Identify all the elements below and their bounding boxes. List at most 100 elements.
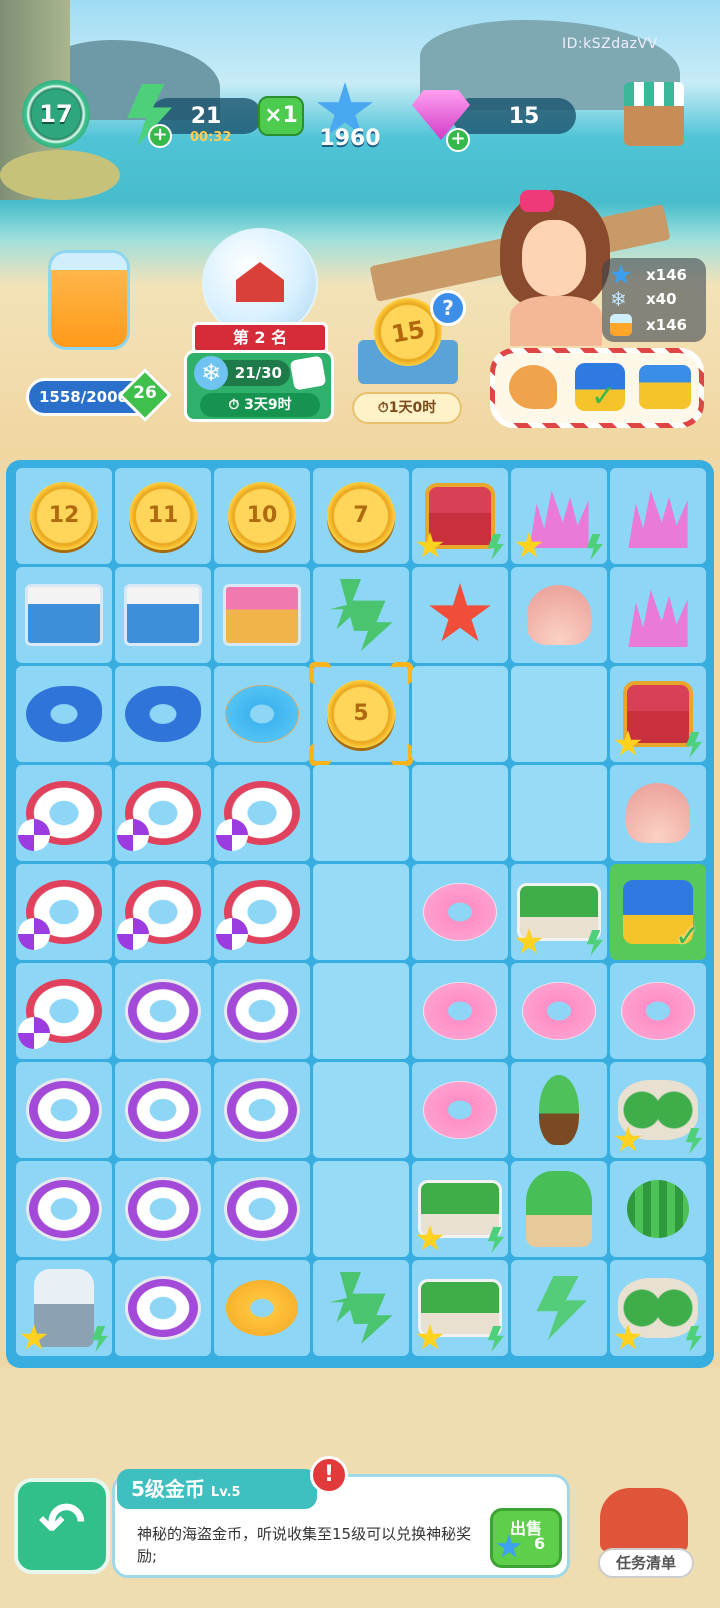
player-level-badge[interactable]: 17 [22, 80, 90, 148]
back-arrow-icon: ↶ [38, 1491, 86, 1556]
board-cell[interactable] [313, 567, 409, 663]
board-cell[interactable] [511, 1161, 607, 1257]
float-cart-item [223, 584, 301, 646]
board-cell-empty[interactable] [313, 864, 409, 960]
board-cell[interactable] [610, 468, 706, 564]
board-cell-empty[interactable] [313, 963, 409, 1059]
order-panel[interactable]: ✓ [490, 348, 704, 428]
board-cell[interactable] [610, 1161, 706, 1257]
add-energy-button[interactable]: + [148, 124, 172, 148]
board-cell[interactable] [511, 864, 607, 960]
sell-button[interactable]: 出售 [490, 1508, 562, 1568]
board-cell[interactable] [16, 864, 112, 960]
add-gems-button[interactable]: + [446, 128, 470, 152]
board-cell[interactable]: 7 [313, 468, 409, 564]
pink-donut-float-item [522, 982, 596, 1040]
board-cell[interactable]: 12 [16, 468, 112, 564]
board-cell[interactable] [511, 1260, 607, 1356]
help-button[interactable]: ? [430, 290, 466, 326]
board-cell[interactable] [412, 567, 508, 663]
melon-plate-item [618, 1080, 698, 1140]
board-cell[interactable] [511, 1062, 607, 1158]
board-cell[interactable] [115, 1062, 211, 1158]
board-cell[interactable] [412, 1260, 508, 1356]
board-cell[interactable] [115, 1161, 211, 1257]
board-cell[interactable] [214, 963, 310, 1059]
board-cell[interactable] [115, 666, 211, 762]
board-cell[interactable] [610, 567, 706, 663]
board-cell[interactable] [16, 1161, 112, 1257]
board-cell-empty[interactable] [511, 666, 607, 762]
juice-jar-icon[interactable] [48, 250, 130, 350]
coin-item: 10 [228, 482, 296, 550]
beach-ball-icon [117, 918, 149, 950]
board-cell-empty[interactable] [313, 1062, 409, 1158]
surf-cart-item [25, 584, 103, 646]
energy-multiplier-button[interactable]: ×1 [258, 96, 304, 136]
board-cell[interactable] [115, 864, 211, 960]
board-cell[interactable] [412, 864, 508, 960]
board-cell[interactable] [214, 567, 310, 663]
board-cell[interactable] [610, 963, 706, 1059]
board-cell[interactable] [16, 1260, 112, 1356]
board-cell[interactable] [16, 963, 112, 1059]
board-cell[interactable] [214, 765, 310, 861]
board-cell[interactable] [412, 468, 508, 564]
coin-event-timer: ⏱1天0时 [352, 392, 462, 424]
board-cell[interactable] [412, 963, 508, 1059]
character-avatar[interactable] [500, 190, 610, 346]
board-cell[interactable] [115, 963, 211, 1059]
gem-pill[interactable]: 15 [452, 98, 576, 134]
board-cell-empty[interactable] [313, 765, 409, 861]
board-cell[interactable] [610, 666, 706, 762]
conch-shell-icon [509, 365, 557, 409]
purple-life-ring-item [26, 1177, 102, 1241]
task-list-button[interactable]: 任务清单 [598, 1548, 694, 1578]
board-cell[interactable] [214, 864, 310, 960]
board-cell[interactable] [16, 1062, 112, 1158]
board-cell[interactable] [511, 963, 607, 1059]
pink-donut-float-item [423, 883, 497, 941]
beach-ball-icon [117, 819, 149, 851]
board-cell[interactable] [214, 1161, 310, 1257]
board-cell[interactable]: 11 [115, 468, 211, 564]
board-cell[interactable] [115, 765, 211, 861]
board-cell[interactable] [16, 666, 112, 762]
coral-starfish-item [628, 490, 688, 548]
board-cell[interactable] [313, 1260, 409, 1356]
board-cell-empty[interactable] [412, 666, 508, 762]
board-cell[interactable] [214, 1062, 310, 1158]
board-cell[interactable] [115, 1260, 211, 1356]
back-button[interactable]: ↶ [14, 1478, 110, 1574]
pink-donut-float-item [423, 982, 497, 1040]
board-cell[interactable] [16, 765, 112, 861]
board-cell[interactable]: 5 [309, 662, 413, 766]
board-cell[interactable]: ✓ [610, 864, 706, 960]
alert-icon[interactable]: ! [310, 1456, 348, 1494]
board-cell[interactable] [511, 567, 607, 663]
life-ring-ball-item [216, 781, 300, 851]
merge-board: 12 11 10 7 5 ✓ [6, 460, 714, 1368]
board-cell-empty[interactable] [511, 765, 607, 861]
board-cell[interactable] [511, 468, 607, 564]
board-cell[interactable] [412, 1062, 508, 1158]
board-cell[interactable]: 10 [214, 468, 310, 564]
board-cell[interactable] [16, 567, 112, 663]
board-cell[interactable] [412, 1161, 508, 1257]
coral-shell-item [628, 589, 688, 647]
board-cell[interactable] [610, 765, 706, 861]
board-cell-empty[interactable] [313, 1161, 409, 1257]
board-cell[interactable] [610, 1062, 706, 1158]
board-cell[interactable] [214, 1260, 310, 1356]
board-cell[interactable] [115, 567, 211, 663]
shop-button[interactable] [624, 82, 684, 152]
board-cell[interactable] [610, 1260, 706, 1356]
jar-level: 26 [133, 383, 157, 403]
mailbox-icon[interactable] [600, 1488, 688, 1552]
purple-life-ring-item [125, 1177, 201, 1241]
board-cell-empty[interactable] [412, 765, 508, 861]
item-level: Lv.5 [210, 1485, 241, 1500]
starfish-item [429, 583, 491, 642]
board-cell[interactable] [214, 666, 310, 762]
purple-life-ring-item [224, 1078, 300, 1142]
